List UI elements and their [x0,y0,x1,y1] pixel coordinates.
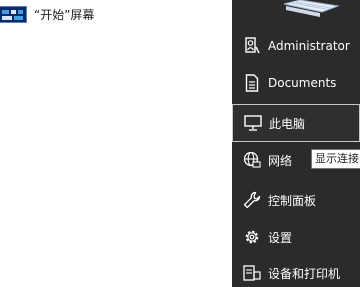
menu-item-label: 此电脑 [269,116,306,131]
menu-item-label: Documents [268,76,337,90]
menu-item-administrator[interactable]: Administrator [232,28,360,64]
computer-illustration-icon [283,0,340,17]
menu-item-settings[interactable]: 设置 [232,219,360,255]
user-icon [242,36,262,56]
menu-item-control-panel[interactable]: 控制面板 [232,182,360,218]
gear-icon [242,227,262,247]
menu-item-label: 控制面板 [268,193,317,208]
start-screen-label: “开始”屏幕 [34,7,95,22]
menu-item-devices-printers[interactable]: 设备和打印机 [232,255,360,287]
menu-item-documents[interactable]: Documents [232,65,360,101]
menu-item-label: 设置 [268,230,293,245]
start-menu-right-column: Administrator Documents 此电脑 网络 控制面板 设置 设… [232,0,360,287]
network-icon [242,150,262,170]
network-tooltip: 显示连接 [311,149,360,169]
left-pane: “开始”屏幕 [0,0,232,287]
document-icon [242,73,262,93]
printer-icon [242,263,262,283]
menu-item-label: 网络 [268,153,293,168]
start-screen-link[interactable]: “开始”屏幕 [0,3,94,25]
menu-item-label: 设备和打印机 [268,266,341,281]
start-screen-thumbnail-icon [0,5,27,23]
computer-icon [243,113,263,133]
wrench-icon [242,190,262,210]
menu-item-this-pc[interactable]: 此电脑 [232,104,360,142]
start-menu-screen: “开始”屏幕 Administrator Documents 此电脑 网络 控制… [0,0,360,287]
menu-item-label: Administrator [268,39,350,53]
